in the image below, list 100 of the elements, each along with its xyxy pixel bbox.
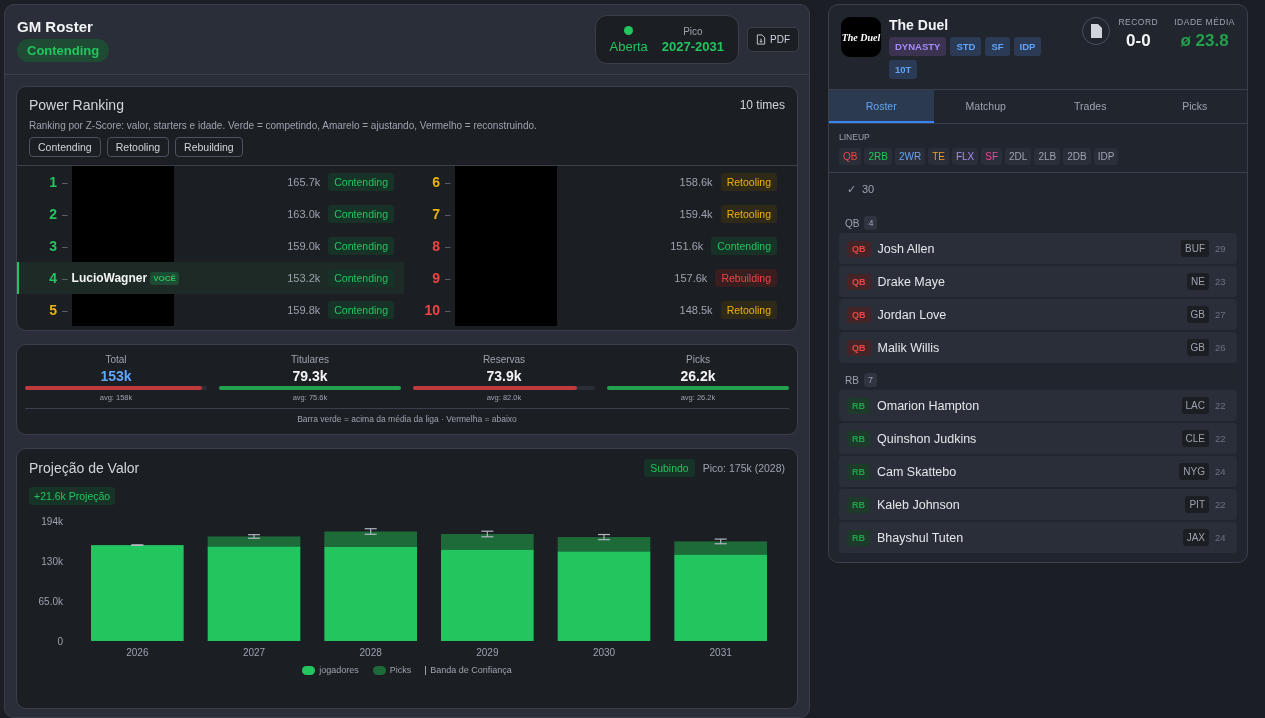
stat-label: Titulares — [291, 354, 329, 365]
dash: – — [62, 176, 68, 188]
tab[interactable]: Matchup — [933, 90, 1038, 123]
league-tag: STD — [950, 37, 982, 56]
league-logo: The Duel — [841, 17, 881, 57]
check-icon: ✓ — [847, 183, 856, 196]
player-name: Jordan Love — [877, 307, 947, 322]
roster-count: 30 — [862, 183, 875, 196]
player-row[interactable]: RB Quinshon Judkins CLE 22 — [839, 423, 1237, 454]
stat-value: 79.3k — [292, 368, 328, 384]
player-name: Drake Maye — [877, 274, 945, 289]
status-badge: Contending — [328, 237, 394, 255]
player-age: 29 — [1215, 243, 1227, 254]
error-bar — [130, 544, 144, 547]
status-badge: Rebuilding — [715, 269, 777, 287]
dash: – — [62, 304, 68, 316]
axis-label: 2028 — [359, 647, 382, 658]
team-value: 165.7k — [287, 176, 321, 188]
axis-label: 2029 — [476, 647, 499, 658]
team-value: 151.6k — [670, 240, 704, 252]
position-badge: RB — [847, 430, 870, 447]
error-bar — [714, 538, 728, 545]
player-age: 22 — [1215, 499, 1227, 510]
dash: – — [445, 176, 451, 188]
position-badge: RB — [847, 529, 870, 546]
axis-label: 130k — [41, 555, 63, 567]
tab[interactable]: Roster — [829, 90, 934, 123]
player-row[interactable]: QB Malik Willis GB 26 — [839, 332, 1237, 363]
rank-number: 4 — [48, 270, 57, 286]
axis-label: 2031 — [709, 647, 732, 658]
peak-years: 2027-2031 — [661, 38, 724, 54]
rank-number: 7 — [431, 206, 440, 222]
position-badge: QB — [847, 339, 871, 356]
player-row[interactable]: QB Drake Maye NE 23 — [839, 266, 1237, 297]
league-tag: DYNASTY — [889, 37, 947, 56]
player-name: Kaleb Johnson — [877, 497, 960, 512]
position-badge: QB — [847, 273, 871, 290]
player-age: 26 — [1215, 342, 1227, 353]
card-title: Power Ranking — [29, 97, 124, 113]
filter-button[interactable]: Retooling — [106, 137, 170, 157]
player-age: 27 — [1215, 309, 1227, 320]
rank-number: 6 — [431, 174, 440, 190]
page-title: GM Roster — [17, 17, 94, 35]
player-row[interactable]: QB Josh Allen BUF 29 — [839, 233, 1237, 264]
team-badge: BUF — [1181, 240, 1209, 257]
dash: – — [445, 304, 451, 316]
error-bar — [364, 528, 378, 535]
dash: – — [62, 208, 68, 220]
pdf-button[interactable]: PDF — [747, 27, 799, 52]
group-label: QB — [845, 217, 860, 229]
player-name: Omarion Hampton — [877, 398, 980, 413]
document-icon — [756, 34, 766, 45]
player-age: 23 — [1215, 276, 1227, 287]
stat-value: 73.9k — [486, 368, 522, 384]
team-count: 10 times — [739, 98, 785, 112]
rank-number: 8 — [431, 238, 440, 254]
player-name: Quinshon Judkins — [877, 431, 977, 446]
status-badge: Retooling — [720, 205, 777, 223]
dash: – — [445, 208, 451, 220]
legend-label: Picks — [389, 665, 412, 675]
player-row[interactable]: RB Omarion Hampton LAC 22 — [839, 390, 1237, 421]
legend-note: Barra verde = acima da média da liga · Vermelha = abaixo — [25, 408, 789, 434]
lineup-slot: FLX — [951, 148, 979, 165]
status-badge: Retooling — [720, 301, 777, 319]
team-value: 153.2k — [287, 272, 321, 284]
error-bar — [247, 534, 261, 539]
tab[interactable]: Picks — [1142, 90, 1247, 123]
stat-value: 26.2k — [680, 368, 716, 384]
tab[interactable]: Trades — [1038, 90, 1143, 123]
dash: – — [445, 272, 451, 284]
filter-button[interactable]: Contending — [29, 137, 101, 157]
stat-label: Reservas — [482, 354, 526, 365]
stat-value: 153k — [100, 368, 132, 384]
dash: – — [62, 272, 68, 284]
lineup-slot: QB — [839, 148, 862, 165]
player-row[interactable]: RB Cam Skattebo NYG 24 — [839, 456, 1237, 487]
player-age: 24 — [1215, 532, 1227, 543]
filter-button[interactable]: Rebuilding — [175, 137, 243, 157]
league-tag: IDP — [1013, 37, 1042, 56]
legend-label: jogadores — [319, 665, 359, 675]
lineup-slot: 2LB — [1034, 148, 1061, 165]
team-badge: LAC — [1181, 397, 1209, 414]
status-pill: Contending — [17, 38, 110, 62]
group-count: 4 — [864, 216, 878, 230]
position-badge: RB — [847, 397, 870, 414]
team-badge: PIT — [1185, 496, 1209, 513]
league-tag: SF — [985, 37, 1010, 56]
axis-label: 2027 — [242, 647, 266, 658]
description: Ranking por Z-Score: valor, starters e idade. Verde = competindo, Amarelo = ajustando, Vermelho = reconstruindo. — [29, 120, 538, 131]
team-badge: NE — [1187, 273, 1209, 290]
status-badge: Contending — [711, 237, 777, 255]
projection-badge: +21.6k Projeção — [29, 487, 116, 505]
status-badge: Contending — [328, 205, 394, 223]
lineup-slot: IDP — [1093, 148, 1119, 165]
document-icon — [1090, 24, 1102, 38]
lineup-slot: 2DB — [1063, 148, 1091, 165]
player-row[interactable]: RB Kaleb Johnson PIT 22 — [839, 489, 1237, 520]
player-row[interactable]: QB Jordan Love GB 27 — [839, 299, 1237, 330]
player-row[interactable]: RB Bhayshul Tuten JAX 24 — [839, 522, 1237, 553]
axis-label: 0 — [57, 636, 63, 647]
